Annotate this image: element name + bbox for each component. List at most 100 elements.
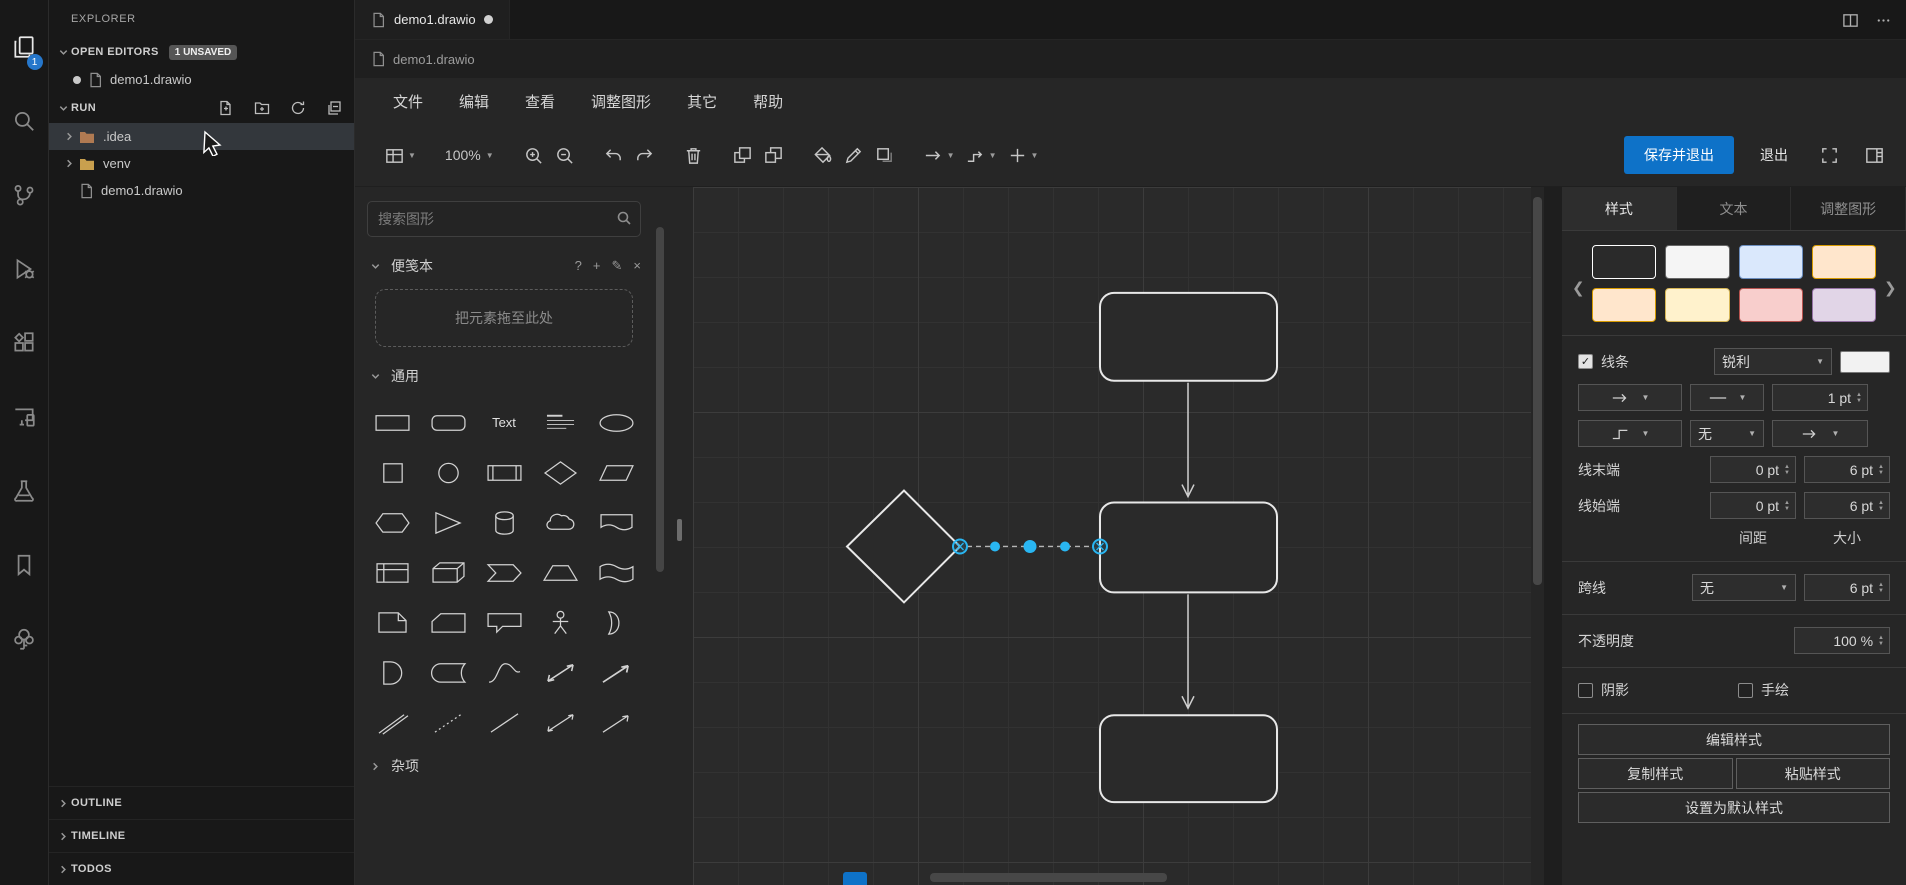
scratchpad-drop-area[interactable]: 把元素拖至此处 <box>375 289 633 347</box>
style-preset[interactable] <box>1811 288 1876 322</box>
shape-and[interactable] <box>364 647 420 697</box>
save-and-exit-button[interactable]: 保存并退出 <box>1624 136 1734 174</box>
line-checkbox[interactable]: ✓ <box>1578 354 1593 369</box>
tree-item-idea[interactable]: .idea <box>49 123 354 150</box>
breadcrumb[interactable]: demo1.drawio <box>355 40 1906 78</box>
shape-cloud[interactable] <box>532 497 588 547</box>
line-end-size-spinner[interactable]: 6 pt ▲ ▼ <box>1804 456 1890 483</box>
menu-arrange[interactable]: 调整图形 <box>591 91 651 112</box>
shape-textbox[interactable] <box>532 397 588 447</box>
collapse-all-icon[interactable] <box>326 100 342 116</box>
bookmarks-icon[interactable] <box>0 528 49 602</box>
style-preset[interactable] <box>1665 288 1730 322</box>
shape-step[interactable] <box>476 547 532 597</box>
split-editor-icon[interactable] <box>1842 12 1859 29</box>
menu-help[interactable]: 帮助 <box>753 91 783 112</box>
line-start-size-spinner[interactable]: 6 pt ▲ ▼ <box>1804 492 1890 519</box>
to-back-icon[interactable] <box>758 140 789 171</box>
shape-or[interactable] <box>588 597 644 647</box>
line-color-swatch[interactable] <box>1840 350 1890 373</box>
opacity-spinner[interactable]: 100 % ▲ ▼ <box>1794 627 1890 654</box>
shape-process[interactable] <box>476 447 532 497</box>
shape-rectangle[interactable] <box>364 397 420 447</box>
style-preset[interactable] <box>1738 245 1803 279</box>
open-editor-item[interactable]: demo1.drawio <box>49 66 354 93</box>
extensions-icon[interactable] <box>0 306 49 380</box>
waypoint-style-button[interactable]: ▼ <box>1578 420 1682 447</box>
shape-parallelogram[interactable] <box>588 447 644 497</box>
shape-trapezoid[interactable] <box>532 547 588 597</box>
shape-internal-storage[interactable] <box>364 547 420 597</box>
new-file-icon[interactable] <box>218 100 234 116</box>
shape-directional-connector[interactable] <box>588 697 644 747</box>
resizer-grip[interactable] <box>677 519 682 541</box>
shape-circle[interactable] <box>420 447 476 497</box>
new-folder-icon[interactable] <box>254 100 270 116</box>
shape-search-input[interactable] <box>367 201 641 237</box>
style-preset[interactable] <box>1592 288 1657 322</box>
waypoints-style-button[interactable]: ▼ <box>960 140 1002 171</box>
jumps-size-spinner[interactable]: 6 pt ▲ ▼ <box>1804 574 1890 601</box>
style-preset[interactable] <box>1592 245 1657 279</box>
style-preset[interactable] <box>1665 245 1730 279</box>
sketch-checkbox[interactable] <box>1738 682 1753 698</box>
shape-callout[interactable] <box>476 597 532 647</box>
copy-style-button[interactable]: 复制样式 <box>1578 758 1733 789</box>
canvas-vertical-scrollbar[interactable] <box>1531 187 1544 885</box>
tab-text[interactable]: 文本 <box>1677 187 1792 230</box>
testing-icon[interactable] <box>0 454 49 528</box>
shape-dotted-line[interactable] <box>420 697 476 747</box>
shape-hexagon[interactable] <box>364 497 420 547</box>
todos-section-header[interactable]: TODOS <box>49 852 354 885</box>
view-options-button[interactable]: ▼ <box>379 140 421 171</box>
shape-note[interactable] <box>364 597 420 647</box>
shapes-panel-scrollbar[interactable] <box>653 187 667 885</box>
menu-view[interactable]: 查看 <box>525 91 555 112</box>
shape-curve[interactable] <box>476 647 532 697</box>
shape-link[interactable] <box>364 697 420 747</box>
canvas-horizontal-scrollbar[interactable] <box>693 873 1531 883</box>
shape-actor[interactable] <box>532 597 588 647</box>
redo-icon[interactable] <box>629 140 660 171</box>
line-width-spinner[interactable]: 1 pt ▲ ▼ <box>1772 384 1868 411</box>
diagram-canvas[interactable] <box>693 187 1531 885</box>
zoom-out-icon[interactable] <box>549 140 580 171</box>
shape-tape[interactable] <box>588 547 644 597</box>
shape-data-storage[interactable] <box>420 647 476 697</box>
source-control-icon[interactable] <box>0 158 49 232</box>
exit-button[interactable]: 退出 <box>1748 136 1800 174</box>
shape-bidirectional-connector[interactable] <box>532 697 588 747</box>
shape-text[interactable]: Text <box>476 397 532 447</box>
set-default-style-button[interactable]: 设置为默认样式 <box>1578 792 1890 823</box>
tab-arrange[interactable]: 调整图形 <box>1791 187 1906 230</box>
presets-next-icon[interactable]: ❯ <box>1884 279 1897 297</box>
connection-style-button[interactable]: ▼ <box>918 140 960 171</box>
shape-cube[interactable] <box>420 547 476 597</box>
timeline-section-header[interactable]: TIMELINE <box>49 819 354 852</box>
tab-demo1-drawio[interactable]: demo1.drawio <box>355 0 510 39</box>
style-preset[interactable] <box>1811 245 1876 279</box>
scratchpad-help-icon[interactable]: ? <box>575 258 582 274</box>
shape-bidirectional-arrow[interactable] <box>532 647 588 697</box>
misc-section-header[interactable]: 杂项 <box>355 747 653 785</box>
to-front-icon[interactable] <box>727 140 758 171</box>
shape-rounded-rectangle[interactable] <box>420 397 476 447</box>
shape-triangle[interactable] <box>420 497 476 547</box>
delete-icon[interactable] <box>678 140 709 171</box>
style-preset[interactable] <box>1738 288 1803 322</box>
zoom-in-icon[interactable] <box>518 140 549 171</box>
zoom-level-dropdown[interactable]: 100% ▼ <box>439 143 500 167</box>
activity-files-icon[interactable]: 1 <box>0 10 49 84</box>
more-actions-icon[interactable] <box>1875 12 1892 29</box>
remote-explorer-icon[interactable] <box>0 380 49 454</box>
edit-style-button[interactable]: 编辑样式 <box>1578 724 1890 755</box>
shape-diamond[interactable] <box>532 447 588 497</box>
menu-edit[interactable]: 编辑 <box>459 91 489 112</box>
fullscreen-icon[interactable] <box>1814 140 1845 171</box>
connection-arrow-button[interactable]: ▼ <box>1578 384 1682 411</box>
open-editors-header[interactable]: OPEN EDITORS 1 UNSAVED <box>49 38 354 66</box>
tree-item-venv[interactable]: venv <box>49 150 354 177</box>
shape-arrow[interactable] <box>588 647 644 697</box>
line-pattern-button[interactable]: ▼ <box>1690 384 1764 411</box>
shadow-checkbox[interactable] <box>1578 682 1593 698</box>
